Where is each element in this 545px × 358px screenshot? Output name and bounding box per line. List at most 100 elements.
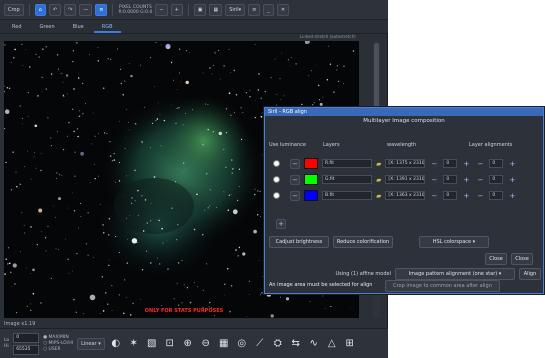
star-point xyxy=(156,219,158,221)
star-point xyxy=(264,91,266,93)
shift-y-plus-button[interactable]: + xyxy=(507,191,517,201)
layer-file-field[interactable]: R.fit xyxy=(322,159,372,168)
star-point xyxy=(27,92,29,94)
star-point xyxy=(26,305,28,307)
star-point xyxy=(79,110,81,112)
hi-value-input[interactable]: 65535 xyxy=(13,344,40,355)
align-button[interactable]: Align xyxy=(519,268,541,280)
mode-mips[interactable]: ○ MIPS-LO/HI xyxy=(43,341,73,347)
photometry-icon[interactable]: ◎ xyxy=(235,337,249,351)
home-button[interactable]: ⌂ xyxy=(34,3,46,16)
triangle-icon[interactable]: △ xyxy=(325,337,339,351)
display-mode-select[interactable]: Linear ▾ xyxy=(77,337,105,350)
crop-common-area-button[interactable]: Crop image to common area after align xyxy=(385,280,500,292)
snapshot-button[interactable]: ▦ xyxy=(209,3,223,16)
image-icon[interactable]: ▧ xyxy=(145,337,159,351)
star-point xyxy=(226,267,229,270)
layer-file-field[interactable]: B.fit xyxy=(322,191,372,200)
mode-user[interactable]: ○ USER xyxy=(43,347,73,353)
stars-icon[interactable]: ✶ xyxy=(127,337,141,351)
grid-icon[interactable]: ▦ xyxy=(217,337,231,351)
star-point xyxy=(38,56,40,58)
luminance-radio[interactable] xyxy=(273,176,280,183)
ruler-icon[interactable]: ⟋ xyxy=(253,337,267,351)
star-point xyxy=(34,152,36,154)
reset-button[interactable]: Close xyxy=(511,253,533,265)
shift-x-minus-button[interactable]: − xyxy=(429,191,439,201)
zoom-in-button[interactable]: + xyxy=(170,3,183,16)
zoom-in-icon[interactable]: ⊕ xyxy=(181,337,195,351)
star-point xyxy=(219,78,221,80)
star-point xyxy=(231,159,233,161)
alignment-method-select[interactable]: Image pattern alignment (one star) ▾ xyxy=(395,268,515,280)
tab-rgb[interactable]: RGB xyxy=(93,21,121,33)
zoom-fit-icon[interactable]: ⊡ xyxy=(163,337,177,351)
mode-maxmin[interactable]: ● MAX/MIN xyxy=(43,335,73,341)
layer-color-swatch[interactable] xyxy=(304,158,318,169)
lo-value-input[interactable]: 0 xyxy=(13,332,40,343)
colorspace-select[interactable]: HSL colorspace ▾ xyxy=(419,236,489,248)
star-point xyxy=(108,264,110,267)
tab-red[interactable]: Red xyxy=(4,21,30,33)
add-layer-button[interactable]: + xyxy=(276,219,286,229)
save-button[interactable]: ▣ xyxy=(193,3,207,16)
siril-menu-button[interactable]: Siril ▾ xyxy=(225,3,246,16)
shift-x-minus-button[interactable]: − xyxy=(429,159,439,169)
star-point xyxy=(4,128,6,129)
action-button[interactable]: ≡ xyxy=(95,3,108,16)
shift-y-input[interactable]: 0 xyxy=(489,191,504,200)
luminance-radio[interactable] xyxy=(273,160,280,167)
annotate-icon[interactable]: ⛭ xyxy=(271,337,285,351)
shift-x-input[interactable]: 0 xyxy=(443,191,458,200)
grid-overlay-icon[interactable]: ⊞ xyxy=(343,337,357,351)
tab-green[interactable]: Green xyxy=(32,21,63,33)
star-point xyxy=(134,169,136,172)
tab-blue[interactable]: Blue xyxy=(65,21,92,33)
folder-icon[interactable]: ▰ xyxy=(376,160,381,168)
luminance-radio[interactable] xyxy=(273,192,280,199)
shift-x-input[interactable]: 0 xyxy=(443,159,458,168)
star-point xyxy=(50,277,53,279)
shift-x-plus-button[interactable]: + xyxy=(461,175,471,185)
star-point xyxy=(24,232,26,234)
pixel-stats: PIXEL COUNTS R:0.0000 G:0.0 xyxy=(118,5,152,15)
zoom-out-button[interactable]: − xyxy=(155,3,168,16)
layer-color-swatch[interactable] xyxy=(304,190,318,201)
shift-y-input[interactable]: 0 xyxy=(489,159,504,168)
shift-y-input[interactable]: 0 xyxy=(489,175,504,184)
contrast-icon[interactable]: ◐ xyxy=(109,337,123,351)
remove-layer-button[interactable]: − xyxy=(290,174,300,185)
star-point xyxy=(108,259,110,261)
star-point xyxy=(157,257,159,259)
reduce-color-button[interactable]: Reduce colorification xyxy=(333,236,393,248)
shift-x-plus-button[interactable]: + xyxy=(461,159,471,169)
shift-y-minus-button[interactable]: − xyxy=(475,175,485,185)
remove-layer-button[interactable]: − xyxy=(290,190,300,201)
shift-x-input[interactable]: 0 xyxy=(443,175,458,184)
remove-layer-button[interactable]: − xyxy=(290,158,300,169)
mirror-icon[interactable]: ⇆ xyxy=(289,337,303,351)
undo-button[interactable]: ↶ xyxy=(48,3,62,16)
shift-y-plus-button[interactable]: + xyxy=(507,175,517,185)
redo-button[interactable]: ↷ xyxy=(64,3,77,16)
adjust-brightness-button[interactable]: Cadjust brightness xyxy=(269,236,329,248)
zoom-out-icon[interactable]: ⊖ xyxy=(199,337,213,351)
folder-icon[interactable]: ▰ xyxy=(376,192,381,200)
shift-x-plus-button[interactable]: + xyxy=(461,191,471,201)
layer-color-swatch[interactable] xyxy=(304,174,318,185)
hamburger-button[interactable]: ≡ xyxy=(248,3,261,16)
more-button[interactable]: — xyxy=(79,3,93,16)
minimize-button[interactable]: _ xyxy=(263,3,274,16)
star-point xyxy=(206,263,208,265)
shift-y-plus-button[interactable]: + xyxy=(507,159,517,169)
folder-icon[interactable]: ▰ xyxy=(376,176,381,184)
layer-file-field[interactable]: G.fit xyxy=(322,175,372,184)
shift-x-minus-button[interactable]: − xyxy=(429,175,439,185)
close-button[interactable]: ✕ xyxy=(276,3,290,16)
shift-y-minus-button[interactable]: − xyxy=(475,191,485,201)
crop-button[interactable]: Crop xyxy=(4,3,24,16)
close-dialog-button[interactable]: Close xyxy=(485,253,507,265)
shift-y-minus-button[interactable]: − xyxy=(475,159,485,169)
star-point xyxy=(118,294,120,296)
wave-icon[interactable]: ∿ xyxy=(307,337,321,351)
